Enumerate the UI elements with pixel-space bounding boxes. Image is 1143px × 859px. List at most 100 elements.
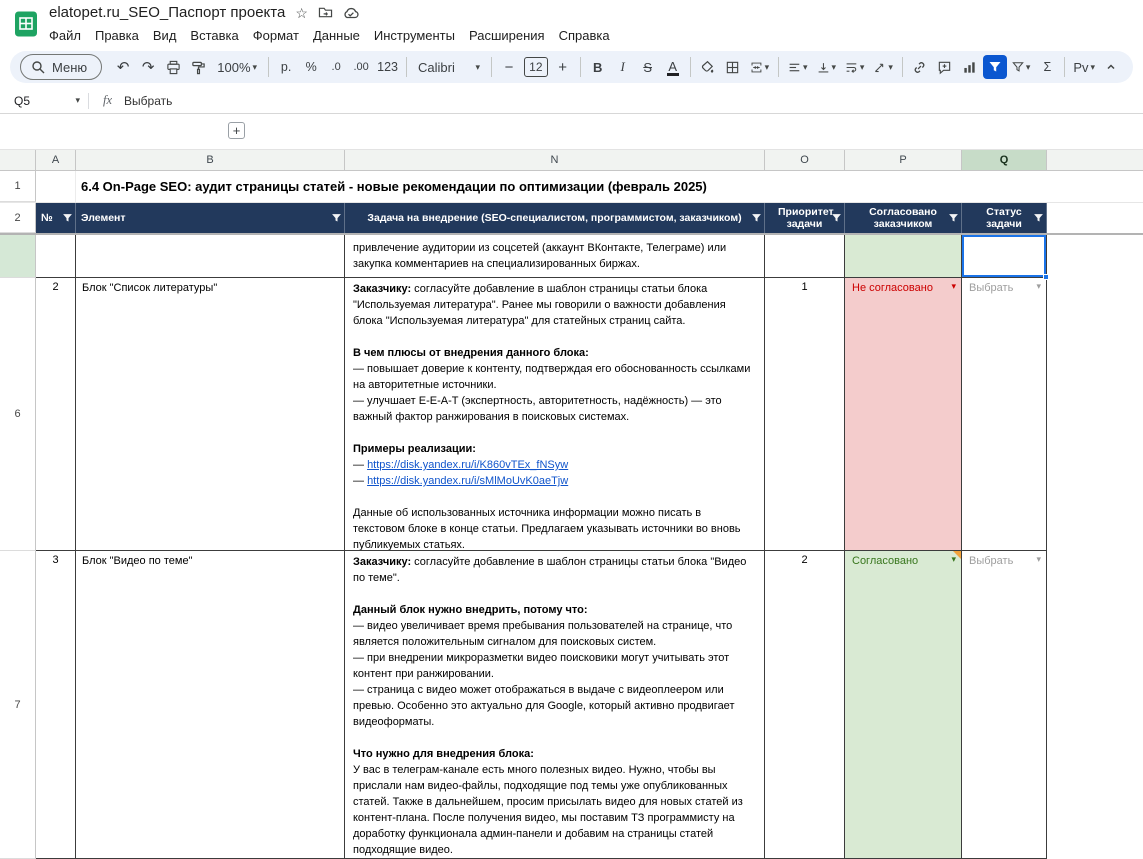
text-rotation-button[interactable]: ▾ — [869, 55, 896, 79]
chevron-down-icon[interactable]: ▾ — [951, 282, 956, 291]
document-title[interactable]: elatopet.ru_SEO_Паспорт проекта — [49, 4, 285, 21]
menu-файл[interactable]: Файл — [42, 26, 88, 45]
filter-views-button[interactable]: ▾ — [1008, 55, 1035, 79]
merge-cells-button[interactable]: ▾ — [746, 55, 773, 79]
filter-icon[interactable] — [948, 213, 959, 224]
zoom-select[interactable]: 100% ▾ — [211, 55, 263, 79]
header-cell-n[interactable]: Задача на внедрение (SEO-специалистом, п… — [345, 203, 765, 233]
print-button[interactable] — [161, 55, 185, 79]
move-folder-icon[interactable] — [318, 6, 333, 19]
column-header-n[interactable]: N — [345, 150, 765, 171]
selected-cell-q5[interactable] — [962, 235, 1047, 278]
more-formats-button[interactable]: 123 — [374, 55, 401, 79]
menu-расширения[interactable]: Расширения — [462, 26, 552, 45]
insert-chart-button[interactable] — [958, 55, 982, 79]
row-header-1[interactable]: 1 — [0, 171, 36, 202]
menu-данные[interactable]: Данные — [306, 26, 367, 45]
sheet-title-cell[interactable]: 6.4 On-Page SEO: аудит страницы статей -… — [76, 171, 1143, 202]
menu-вид[interactable]: Вид — [146, 26, 184, 45]
functions-button[interactable]: Σ — [1035, 55, 1059, 79]
column-header-o[interactable]: O — [765, 150, 845, 171]
cell-priority[interactable]: 1 — [765, 278, 845, 551]
header-cell-p[interactable]: Согласовано заказчиком — [845, 203, 962, 233]
chevron-down-icon[interactable]: ▾ — [1036, 555, 1041, 564]
google-sheets-logo[interactable] — [12, 11, 39, 38]
header-cell-q[interactable]: Статус задачи — [962, 203, 1047, 233]
column-header-a[interactable]: A — [36, 150, 76, 171]
select-all-corner[interactable] — [0, 150, 36, 171]
task-link[interactable]: https://disk.yandex.ru/i/K860vTEx_fNSyw — [367, 459, 568, 471]
filter-icon[interactable] — [331, 213, 342, 224]
create-filter-button[interactable] — [983, 55, 1007, 79]
header-cell-a[interactable]: № — [36, 203, 76, 233]
cell-approved[interactable]: Не согласовано▾ — [845, 278, 962, 551]
cell-no[interactable] — [36, 235, 76, 278]
decrease-decimal-button[interactable]: .0 — [324, 55, 348, 79]
filter-icon[interactable] — [1033, 213, 1044, 224]
chevron-down-icon[interactable]: ▾ — [1036, 282, 1041, 291]
font-size-decrease-button[interactable]: − — [497, 55, 521, 79]
task-link[interactable]: https://disk.yandex.ru/i/sMlMoUvK0aeTjw — [367, 475, 568, 487]
row-header-2[interactable]: 2 — [0, 203, 36, 233]
row-header-7[interactable]: 7 — [0, 551, 36, 859]
header-cell-b[interactable]: Элемент — [76, 203, 345, 233]
insert-comment-button[interactable] — [933, 55, 957, 79]
horizontal-align-button[interactable]: ▾ — [784, 55, 811, 79]
menu-правка[interactable]: Правка — [88, 26, 146, 45]
header-cell-o[interactable]: Приоритет задачи — [765, 203, 845, 233]
cell-task[interactable]: привлечение аудитории из соцсетей (аккау… — [345, 235, 765, 278]
cell-no[interactable]: 2 — [36, 278, 76, 551]
cell-approved[interactable]: Согласовано▾ — [845, 551, 962, 859]
text-wrap-button[interactable]: ▾ — [841, 55, 868, 79]
fill-handle[interactable] — [1043, 274, 1049, 280]
column-header-p[interactable]: P — [845, 150, 962, 171]
star-icon[interactable]: ☆ — [295, 6, 308, 20]
cell-approved[interactable] — [845, 235, 962, 278]
cell-priority[interactable]: 2 — [765, 551, 845, 859]
insert-link-button[interactable] — [908, 55, 932, 79]
cell-no[interactable]: 3 — [36, 551, 76, 859]
borders-button[interactable] — [721, 55, 745, 79]
name-box[interactable]: Q5 ▾ — [0, 88, 88, 113]
undo-button[interactable]: ↶ — [111, 55, 135, 79]
italic-button[interactable]: I — [611, 55, 635, 79]
menu-справка[interactable]: Справка — [552, 26, 617, 45]
cell-task[interactable]: Заказчику: согласуйте добавление в шабло… — [345, 278, 765, 551]
increase-decimal-button[interactable]: .00 — [349, 55, 373, 79]
cell-status[interactable]: Выбрать▾ — [962, 278, 1047, 551]
paint-format-button[interactable] — [186, 55, 210, 79]
strikethrough-button[interactable]: S — [636, 55, 660, 79]
column-header-q[interactable]: Q — [962, 150, 1047, 171]
search-menus-button[interactable]: Меню — [20, 54, 102, 80]
cell-priority[interactable] — [765, 235, 845, 278]
column-group-expand-button[interactable]: + — [228, 122, 245, 139]
menu-формат[interactable]: Формат — [246, 26, 306, 45]
menu-инструменты[interactable]: Инструменты — [367, 26, 462, 45]
cell-element[interactable] — [76, 235, 345, 278]
font-select[interactable]: Calibri ▾ — [412, 55, 486, 79]
cell-element[interactable]: Блок "Список литературы" — [76, 278, 345, 551]
pv-menu-button[interactable]: Pv ▾ — [1070, 55, 1098, 79]
redo-button[interactable]: ↷ — [136, 55, 160, 79]
filter-icon[interactable] — [831, 213, 842, 224]
text-color-button[interactable]: A — [661, 55, 685, 79]
cell-element[interactable]: Блок "Видео по теме" — [76, 551, 345, 859]
hide-menus-button[interactable] — [1099, 55, 1123, 79]
row-header-6[interactable]: 6 — [0, 278, 36, 551]
filter-icon[interactable] — [751, 213, 762, 224]
cell-a1[interactable] — [36, 171, 76, 202]
formula-input[interactable]: Выбрать — [124, 94, 172, 108]
filter-icon[interactable] — [62, 213, 73, 224]
fill-color-button[interactable] — [696, 55, 720, 79]
bold-button[interactable]: B — [586, 55, 610, 79]
column-header-b[interactable]: B — [76, 150, 345, 171]
chevron-down-icon[interactable]: ▾ — [75, 96, 80, 105]
format-percent-button[interactable]: % — [299, 55, 323, 79]
menu-вставка[interactable]: Вставка — [183, 26, 245, 45]
font-size-input[interactable]: 12 — [524, 57, 548, 77]
row-header-5[interactable] — [0, 235, 36, 278]
cell-status[interactable]: Выбрать▾ — [962, 551, 1047, 859]
cell-task[interactable]: Заказчику: согласуйте добавление в шабло… — [345, 551, 765, 859]
font-size-increase-button[interactable]: + — [551, 55, 575, 79]
format-currency-button[interactable]: р. — [274, 55, 298, 79]
